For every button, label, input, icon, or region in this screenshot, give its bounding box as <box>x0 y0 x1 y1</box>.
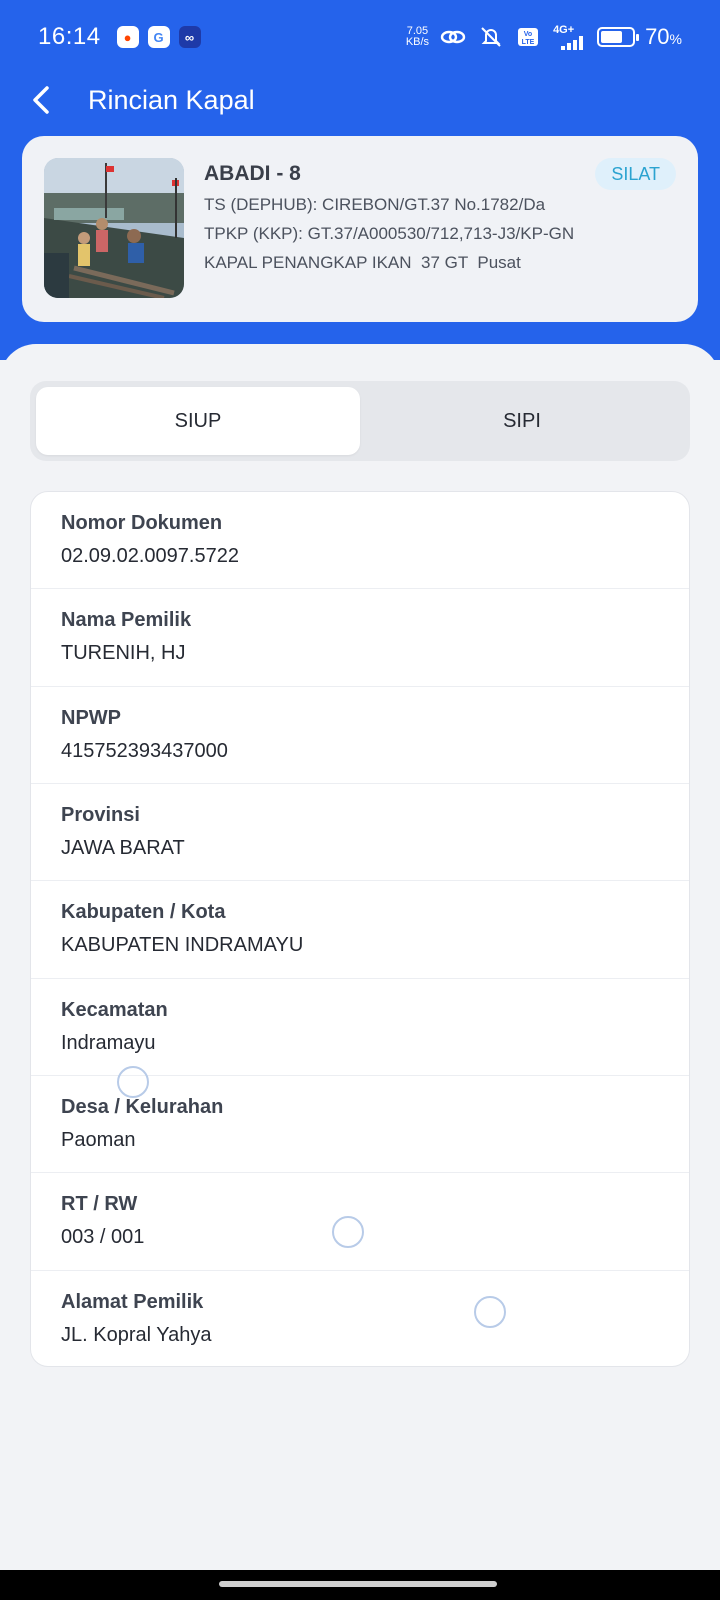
chevron-left-icon <box>33 86 49 114</box>
detail-label: NPWP <box>61 706 121 729</box>
detail-value: Paoman <box>61 1128 136 1151</box>
detail-row-nama-pemilik: Nama Pemilik TURENIH, HJ <box>31 589 689 687</box>
vessel-photo[interactable] <box>44 158 184 298</box>
detail-label: Kecamatan <box>61 998 168 1021</box>
document-tabs: SIUP SIPI <box>30 381 690 461</box>
signal-strength-icon <box>561 35 584 50</box>
detail-value: KABUPATEN INDRAMAYU <box>61 934 304 957</box>
detail-row-kabupaten-kota: Kabupaten / Kota KABUPATEN INDRAMAYU <box>31 881 689 979</box>
detail-value: TURENIH, HJ <box>61 642 186 665</box>
vessel-ts-number: TS (DEPHUB): CIREBON/GT.37 No.1782/Da <box>204 195 546 214</box>
tab-sipi[interactable]: SIPI <box>360 387 684 455</box>
tab-siup[interactable]: SIUP <box>36 387 360 455</box>
status-bar: 16:14 ● G ∞ 7.05 KB/s Vo LTE 4G+ 70% <box>0 0 720 74</box>
detail-value: 02.09.02.0097.5722 <box>61 545 239 567</box>
volte-icon: Vo LTE <box>518 28 539 46</box>
detail-label: Nama Pemilik <box>61 609 192 632</box>
touch-indicator <box>474 1296 506 1328</box>
status-indicators: 7.05 KB/s Vo LTE 4G+ 70% <box>406 24 682 50</box>
detail-value: JAWA BARAT <box>61 836 185 859</box>
vessel-info: ABADI - 8 TS (DEPHUB): CIREBON/GT.37 No.… <box>204 158 676 273</box>
network-type: 4G+ <box>553 23 575 36</box>
vessel-photo-image <box>44 158 184 298</box>
detail-label: RT / RW <box>61 1193 138 1216</box>
silat-badge: SILAT <box>595 158 676 190</box>
battery-percent: 70% <box>645 24 682 50</box>
touch-indicator <box>117 1066 149 1098</box>
vessel-tpkp-number: TPKP (KKP): GT.37/A000530/712,713-J3/KP-… <box>204 224 575 243</box>
battery-icon <box>597 27 640 47</box>
details-sheet: SIUP SIPI Nomor Dokumen 02.09.02.0097.57… <box>0 344 720 1570</box>
network-speed: 7.05 KB/s <box>406 26 429 48</box>
detail-row-npwp: NPWP 415752393437000 <box>31 687 689 784</box>
notification-icons: ● G ∞ <box>116 26 201 48</box>
detail-row-kecamatan: Kecamatan Indramayu <box>31 979 689 1076</box>
detail-row-nomor-dokumen: Nomor Dokumen 02.09.02.0097.5722 <box>31 492 689 590</box>
svg-text:LTE: LTE <box>522 39 535 46</box>
back-button[interactable] <box>30 74 90 126</box>
detail-value: 415752393437000 <box>61 739 228 762</box>
vessel-summary-card: ABADI - 8 TS (DEPHUB): CIREBON/GT.37 No.… <box>22 136 698 322</box>
link-app-icon: ∞ <box>178 26 201 48</box>
home-gesture-bar[interactable] <box>219 1581 497 1587</box>
detail-label: Alamat Pemilik <box>61 1290 204 1313</box>
reddit-icon: ● <box>116 26 139 48</box>
detail-label: Desa / Kelurahan <box>61 1095 224 1118</box>
system-navigation-bar <box>0 1570 720 1600</box>
detail-row-provinsi: Provinsi JAWA BARAT <box>31 784 689 882</box>
google-icon: G <box>147 26 170 48</box>
net-speed-unit: KB/s <box>405 36 430 48</box>
page-title: Rincian Kapal <box>88 84 255 115</box>
touch-indicator <box>332 1216 364 1248</box>
app-bar: Rincian Kapal <box>0 74 720 126</box>
vibrate-mute-icon <box>481 27 501 47</box>
status-time: 16:14 <box>38 23 101 50</box>
detail-row-alamat-pemilik: Alamat Pemilik JL. Kopral Yahya <box>31 1271 689 1366</box>
battery-percent-value: 70 <box>645 24 670 49</box>
battery-percent-symbol: % <box>669 31 682 47</box>
hotspot-link-icon <box>440 30 466 44</box>
detail-label: Provinsi <box>61 803 140 826</box>
detail-value: Indramayu <box>61 1031 156 1054</box>
battery-level-fill <box>601 31 623 43</box>
signal-indicator: 4G+ <box>553 23 587 50</box>
detail-label: Nomor Dokumen <box>61 512 223 534</box>
svg-text:Vo: Vo <box>524 31 532 38</box>
detail-value: JL. Kopral Yahya <box>61 1323 212 1346</box>
vessel-type: KAPAL PENANGKAP IKAN 37 GT Pusat <box>204 253 521 272</box>
detail-label: Kabupaten / Kota <box>61 901 226 924</box>
